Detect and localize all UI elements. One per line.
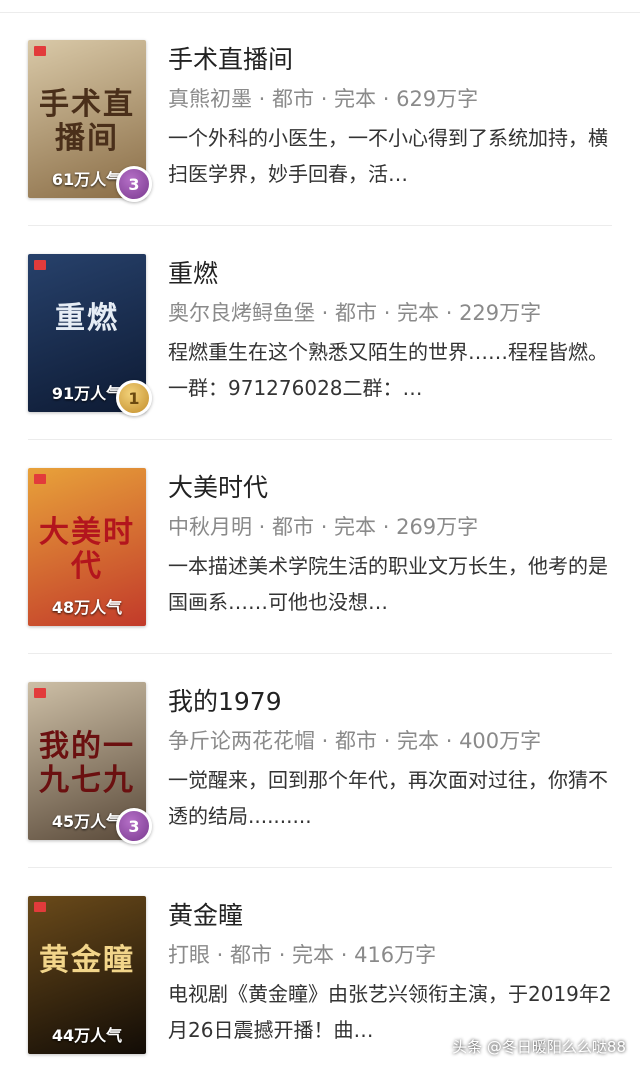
book-cover[interactable]: 黄金瞳 44万人气 <box>28 896 146 1054</box>
publisher-tag-icon <box>34 474 46 484</box>
cover-popularity: 44万人气 <box>51 1026 123 1045</box>
book-description: 一觉醒来，回到那个年代，再次面对过往，你猜不透的结局.......... <box>168 768 608 828</box>
book-meta: 中秋月明 · 都市 · 完本 · 269万字 <box>168 515 479 539</box>
book-title[interactable]: 黄金瞳 <box>168 898 612 934</box>
cover-title: 黄金瞳 <box>39 943 135 978</box>
book-title[interactable]: 大美时代 <box>168 470 612 506</box>
book-info: 手术直播间 真熊初墨 · 都市 · 完本 · 629万字 一个外科的小医生，一不… <box>168 42 612 192</box>
book-title[interactable]: 重燃 <box>168 256 612 292</box>
book-item-2[interactable]: 重燃 91万人气 1 重燃 奥尔良烤鲟鱼堡 · 都市 · 完本 · 229万字 … <box>28 226 612 440</box>
book-meta: 真熊初墨 · 都市 · 完本 · 629万字 <box>168 87 479 111</box>
cover-title: 重燃 <box>55 301 119 336</box>
watermark: 头条 @冬日暖阳么么哒88 <box>452 1038 626 1056</box>
cover-title: 我的一九七九 <box>39 729 135 798</box>
book-title[interactable]: 手术直播间 <box>168 42 612 78</box>
cover-popularity: 48万人气 <box>51 598 123 617</box>
book-info: 我的1979 争斤论两花花帽 · 都市 · 完本 · 400万字 一觉醒来，回到… <box>168 684 612 834</box>
book-item-4[interactable]: 我的一九七九 45万人气 3 我的1979 争斤论两花花帽 · 都市 · 完本 … <box>28 654 612 868</box>
rank-badge: 3 <box>116 166 152 202</box>
book-cover[interactable]: 大美时代 48万人气 <box>28 468 146 626</box>
book-description: 一个外科的小医生，一不小心得到了系统加持，横扫医学界，妙手回春，活… <box>168 126 608 186</box>
book-info: 黄金瞳 打眼 · 都市 · 完本 · 416万字 电视剧《黄金瞳》由张艺兴领衔主… <box>168 898 612 1048</box>
book-info: 重燃 奥尔良烤鲟鱼堡 · 都市 · 完本 · 229万字 程燃重生在这个熟悉又陌… <box>168 256 612 406</box>
book-info: 大美时代 中秋月明 · 都市 · 完本 · 269万字 一本描述美术学院生活的职… <box>168 470 612 620</box>
publisher-tag-icon <box>34 46 46 56</box>
book-item-3[interactable]: 大美时代 48万人气 大美时代 中秋月明 · 都市 · 完本 · 269万字 一… <box>28 440 612 654</box>
publisher-tag-icon <box>34 260 46 270</box>
cover-title: 大美时代 <box>39 515 135 584</box>
rank-badge: 1 <box>116 380 152 416</box>
publisher-tag-icon <box>34 688 46 698</box>
book-description: 程燃重生在这个熟悉又陌生的世界……程程皆燃。一群：971276028二群：… <box>168 340 608 400</box>
cover-title: 手术直播间 <box>39 87 135 156</box>
book-description: 一本描述美术学院生活的职业文万长生，他考的是国画系……可他也没想… <box>168 554 608 614</box>
book-item-1[interactable]: 手术直播间 61万人气 3 手术直播间 真熊初墨 · 都市 · 完本 · 629… <box>28 12 612 226</box>
rank-badge: 3 <box>116 808 152 844</box>
book-meta: 争斤论两花花帽 · 都市 · 完本 · 400万字 <box>168 729 542 753</box>
publisher-tag-icon <box>34 902 46 912</box>
book-list: 手术直播间 61万人气 3 手术直播间 真熊初墨 · 都市 · 完本 · 629… <box>0 12 640 1082</box>
book-title[interactable]: 我的1979 <box>168 684 612 720</box>
book-meta: 奥尔良烤鲟鱼堡 · 都市 · 完本 · 229万字 <box>168 301 542 325</box>
book-meta: 打眼 · 都市 · 完本 · 416万字 <box>168 943 437 967</box>
